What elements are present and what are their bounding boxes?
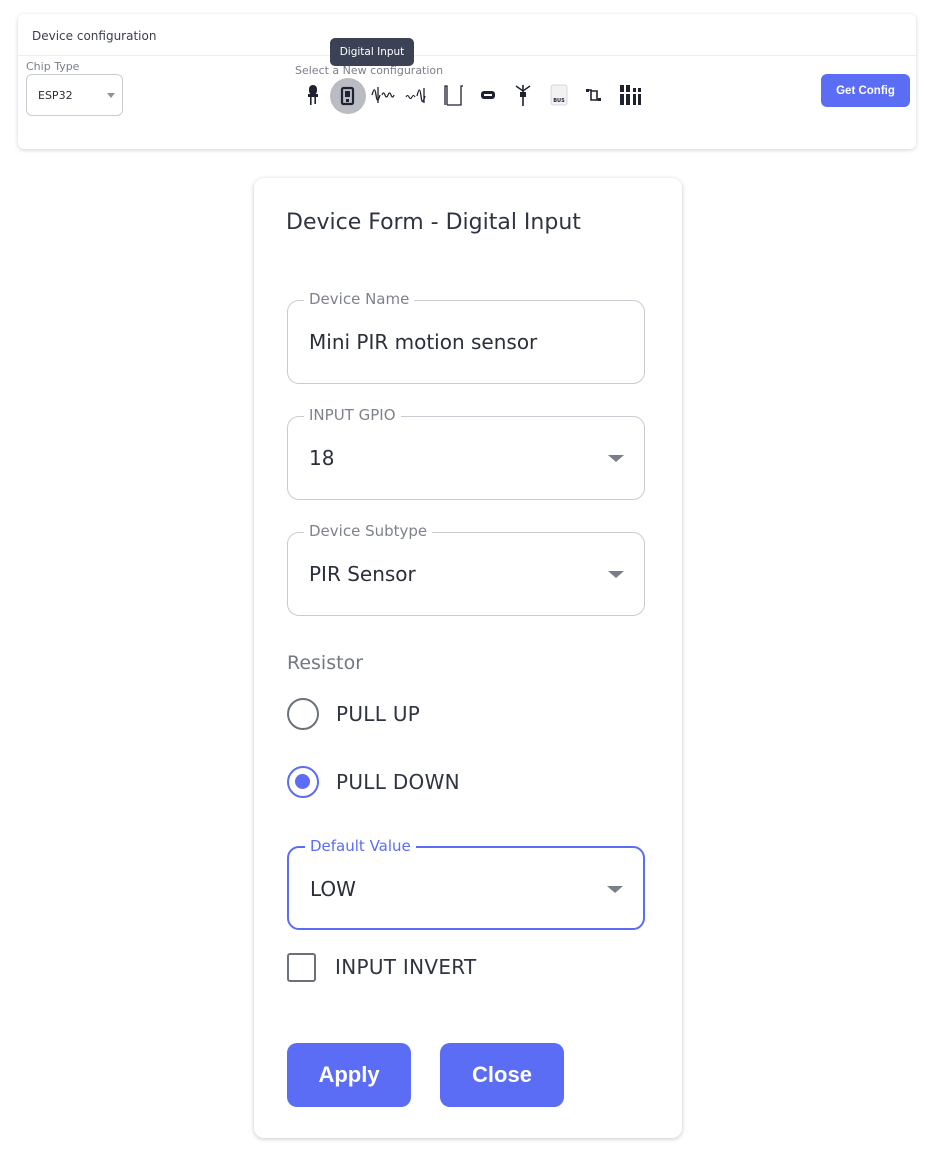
default-value-select[interactable]: Default Value LOW: [287, 837, 645, 930]
chevron-down-icon: [107, 93, 115, 98]
radio-pull-down-label: PULL DOWN: [336, 770, 460, 794]
input-invert-label: INPUT INVERT: [335, 955, 477, 979]
form-title: Device Form - Digital Input: [286, 210, 581, 235]
device-subtype-label: Device Subtype: [304, 522, 433, 540]
device-name-field[interactable]: Device Name Mini PIR motion sensor: [287, 290, 645, 384]
radio-button-unchecked[interactable]: [287, 698, 319, 730]
dropdown-arrow-icon: [608, 571, 624, 578]
pwm-signal-icon[interactable]: [371, 81, 397, 109]
chip-type-value: ESP32: [38, 89, 73, 102]
bus-icon[interactable]: BUS: [550, 81, 568, 109]
antenna-icon[interactable]: [514, 81, 532, 109]
input-invert-checkbox-row[interactable]: INPUT INVERT: [287, 950, 477, 984]
dropdown-arrow-icon: [607, 886, 623, 893]
pulse-icon[interactable]: [443, 81, 465, 109]
connector-pins-icon[interactable]: [618, 81, 642, 109]
default-value-value: LOW: [310, 877, 356, 901]
analog-signal-icon[interactable]: [405, 81, 431, 109]
oled-display-icon[interactable]: [480, 81, 496, 109]
chip-type-select[interactable]: ESP32: [26, 74, 123, 116]
input-gpio-select[interactable]: INPUT GPIO 18: [287, 406, 645, 500]
close-button[interactable]: Close: [440, 1043, 564, 1107]
default-value-label: Default Value: [305, 837, 416, 855]
input-gpio-value: 18: [309, 446, 335, 470]
radio-pull-up-label: PULL UP: [336, 702, 421, 726]
digital-input-tooltip: Digital Input: [330, 38, 414, 66]
device-subtype-select[interactable]: Device Subtype PIR Sensor: [287, 522, 645, 616]
apply-button[interactable]: Apply: [287, 1043, 411, 1107]
device-name-label: Device Name: [304, 290, 415, 308]
led-icon[interactable]: [306, 81, 320, 109]
divider: [18, 55, 916, 56]
radio-button-checked[interactable]: [287, 766, 319, 798]
radio-pull-up[interactable]: PULL UP: [287, 697, 420, 731]
device-form-card: Device Form - Digital Input Device Name …: [254, 178, 682, 1138]
device-name-value: Mini PIR motion sensor: [309, 330, 538, 354]
device-configuration-bar: Device configuration Chip Type ESP32 Sel…: [18, 14, 916, 149]
svg-text:BUS: BUS: [553, 98, 565, 104]
device-subtype-value: PIR Sensor: [309, 562, 416, 586]
input-invert-checkbox[interactable]: [287, 952, 316, 982]
chip-type-label: Chip Type: [26, 60, 80, 73]
relay-icon[interactable]: [585, 81, 603, 109]
config-title: Device configuration: [32, 29, 157, 43]
dropdown-arrow-icon: [608, 455, 624, 462]
input-gpio-label: INPUT GPIO: [304, 406, 401, 424]
radio-pull-down[interactable]: PULL DOWN: [287, 765, 460, 799]
get-config-button[interactable]: Get Config: [821, 74, 910, 107]
resistor-label: Resistor: [287, 652, 363, 674]
digital-input-icon[interactable]: [330, 78, 366, 114]
